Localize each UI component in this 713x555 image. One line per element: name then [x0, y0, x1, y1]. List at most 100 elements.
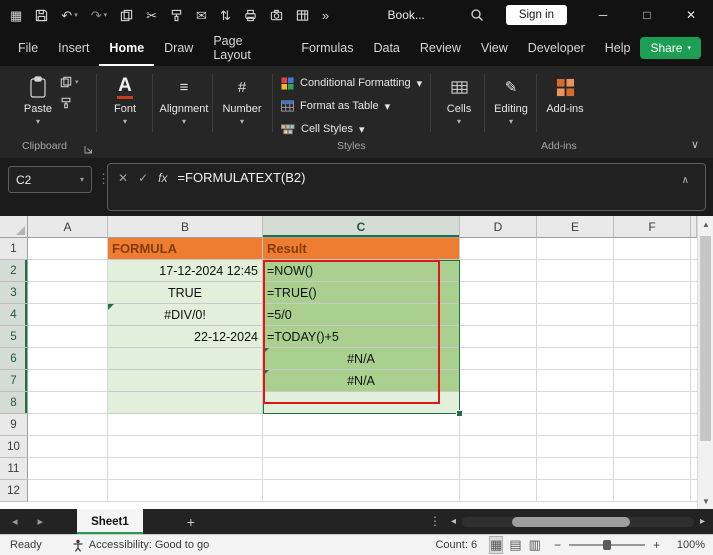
column-header-D[interactable]: D	[460, 216, 537, 238]
vertical-scrollbar[interactable]: ▲ ▼	[697, 216, 713, 509]
horizontal-scrollbar[interactable]: ◂ ▸	[451, 513, 705, 530]
sign-in-button[interactable]: Sign in	[505, 5, 567, 25]
close-button[interactable]: ✕	[669, 0, 713, 30]
tab-developer[interactable]: Developer	[518, 30, 595, 66]
minimize-button[interactable]: ─	[581, 0, 625, 30]
tab-review[interactable]: Review	[410, 30, 471, 66]
column-header-E[interactable]: E	[537, 216, 614, 238]
tab-draw[interactable]: Draw	[154, 30, 203, 66]
sort-icon[interactable]: ⇅	[220, 9, 231, 22]
tab-data[interactable]: Data	[363, 30, 409, 66]
paste-button[interactable]: Paste ▾	[16, 71, 60, 126]
row-header-5[interactable]: 5	[0, 326, 28, 348]
page-layout-view-icon[interactable]: ▤	[509, 537, 521, 553]
row-header-10[interactable]: 10	[0, 436, 28, 458]
sheet-tab-sheet1[interactable]: Sheet1	[77, 509, 143, 534]
cell-C6[interactable]: #N/A	[263, 348, 460, 370]
cell-C4[interactable]: =5/0	[263, 304, 460, 326]
cell-B3[interactable]: TRUE	[108, 282, 263, 304]
select-all-corner[interactable]	[0, 216, 28, 238]
enter-icon[interactable]: ✓	[138, 170, 148, 186]
tab-help[interactable]: Help	[595, 30, 641, 66]
cell-C1[interactable]: Result	[263, 238, 460, 260]
search-icon[interactable]	[470, 8, 484, 22]
cell-B2[interactable]: 17-12-2024 12:45	[108, 260, 263, 282]
tab-file[interactable]: File	[8, 30, 48, 66]
cut-icon[interactable]: ✂	[146, 9, 157, 22]
zoom-level[interactable]: 100%	[673, 539, 705, 551]
format-painter-button[interactable]	[60, 97, 79, 109]
column-header-A[interactable]: A	[28, 216, 108, 238]
scroll-down-icon[interactable]: ▼	[698, 493, 713, 509]
zoom-out-icon[interactable]: −	[554, 538, 561, 552]
horizontal-scroll-track[interactable]	[462, 516, 694, 527]
format-painter-icon[interactable]	[170, 9, 183, 22]
addins-button[interactable]: Add-ins	[541, 71, 589, 115]
app-grid-icon[interactable]: ▦	[10, 9, 22, 22]
accessibility-status[interactable]: Accessibility: Good to go	[72, 539, 209, 552]
row-header-2[interactable]: 2	[0, 260, 28, 282]
share-button[interactable]: Share ▾	[640, 37, 701, 59]
alignment-group-button[interactable]: ≡ Alignment ▾	[157, 71, 211, 126]
row-header-1[interactable]: 1	[0, 238, 28, 260]
cell-B5[interactable]: 22-12-2024	[108, 326, 263, 348]
column-header-C[interactable]: C	[263, 216, 460, 238]
row-header-12[interactable]: 12	[0, 480, 28, 502]
number-group-button[interactable]: # Number ▾	[217, 71, 267, 126]
maximize-button[interactable]: □	[625, 0, 669, 30]
vertical-scroll-thumb[interactable]	[700, 236, 711, 441]
row-header-3[interactable]: 3	[0, 282, 28, 304]
copy-icon[interactable]	[120, 9, 133, 22]
toolbar-overflow-icon[interactable]: »	[322, 9, 329, 22]
mail-icon[interactable]: ✉	[196, 9, 207, 22]
collapse-ribbon-icon[interactable]: ∨	[691, 138, 699, 151]
tab-view[interactable]: View	[471, 30, 518, 66]
clipboard-dialog-launcher-icon[interactable]	[84, 141, 93, 159]
scroll-right-icon[interactable]: ▸	[700, 516, 705, 527]
row-header-11[interactable]: 11	[0, 458, 28, 480]
previous-sheet-icon[interactable]: ◂	[12, 515, 18, 528]
scroll-left-icon[interactable]: ◂	[451, 516, 456, 527]
name-box-caret-icon[interactable]: ▾	[80, 175, 84, 184]
new-sheet-button[interactable]: +	[187, 514, 195, 530]
column-header-F[interactable]: F	[614, 216, 691, 238]
conditional-formatting-button[interactable]: Conditional Formatting ▾	[281, 74, 422, 92]
fill-handle[interactable]	[456, 410, 463, 417]
cell-B7[interactable]	[108, 370, 263, 392]
expand-formula-bar-icon[interactable]: ∧	[682, 175, 689, 186]
cell-B6[interactable]	[108, 348, 263, 370]
redo-button[interactable]: ↷ ▾	[91, 9, 107, 22]
font-group-button[interactable]: A Font ▾	[102, 71, 148, 126]
horizontal-scroll-thumb[interactable]	[512, 516, 631, 527]
row-header-4[interactable]: 4	[0, 304, 28, 326]
cancel-icon[interactable]: ✕	[118, 170, 128, 186]
editing-group-button[interactable]: ✎ Editing ▾	[487, 71, 535, 126]
format-as-table-button[interactable]: Format as Table ▾	[281, 97, 390, 115]
cell-B1[interactable]: FORMULA	[108, 238, 263, 260]
zoom-in-icon[interactable]: +	[653, 538, 660, 552]
cell-C8[interactable]	[263, 392, 460, 414]
row-header-6[interactable]: 6	[0, 348, 28, 370]
save-icon[interactable]	[35, 9, 48, 22]
cell-B4[interactable]: #DIV/0!	[108, 304, 263, 326]
scroll-up-icon[interactable]: ▲	[698, 216, 713, 232]
cell-C3[interactable]: =TRUE()	[263, 282, 460, 304]
formula-input[interactable]: ✕ ✓ fx =FORMULATEXT(B2) ∧	[107, 163, 706, 211]
page-break-view-icon[interactable]: ▥	[529, 537, 541, 553]
camera-icon[interactable]	[270, 9, 283, 22]
name-box[interactable]: C2 ▾	[8, 166, 92, 193]
row-header-7[interactable]: 7	[0, 370, 28, 392]
cell-C7[interactable]: #N/A	[263, 370, 460, 392]
normal-view-icon[interactable]: ▦	[489, 536, 504, 554]
row-header-9[interactable]: 9	[0, 414, 28, 436]
tab-formulas[interactable]: Formulas	[291, 30, 363, 66]
sheet-more-icon[interactable]: ⋮	[429, 514, 441, 528]
zoom-slider-thumb[interactable]	[602, 540, 611, 550]
row-header-8[interactable]: 8	[0, 392, 28, 414]
tab-insert[interactable]: Insert	[48, 30, 99, 66]
cell-styles-button[interactable]: Cell Styles ▾	[281, 120, 365, 138]
next-sheet-icon[interactable]: ▸	[38, 515, 44, 528]
zoom-slider[interactable]	[568, 540, 645, 550]
cell-C5[interactable]: =TODAY()+5	[263, 326, 460, 348]
cells-group-button[interactable]: Cells ▾	[436, 71, 482, 126]
